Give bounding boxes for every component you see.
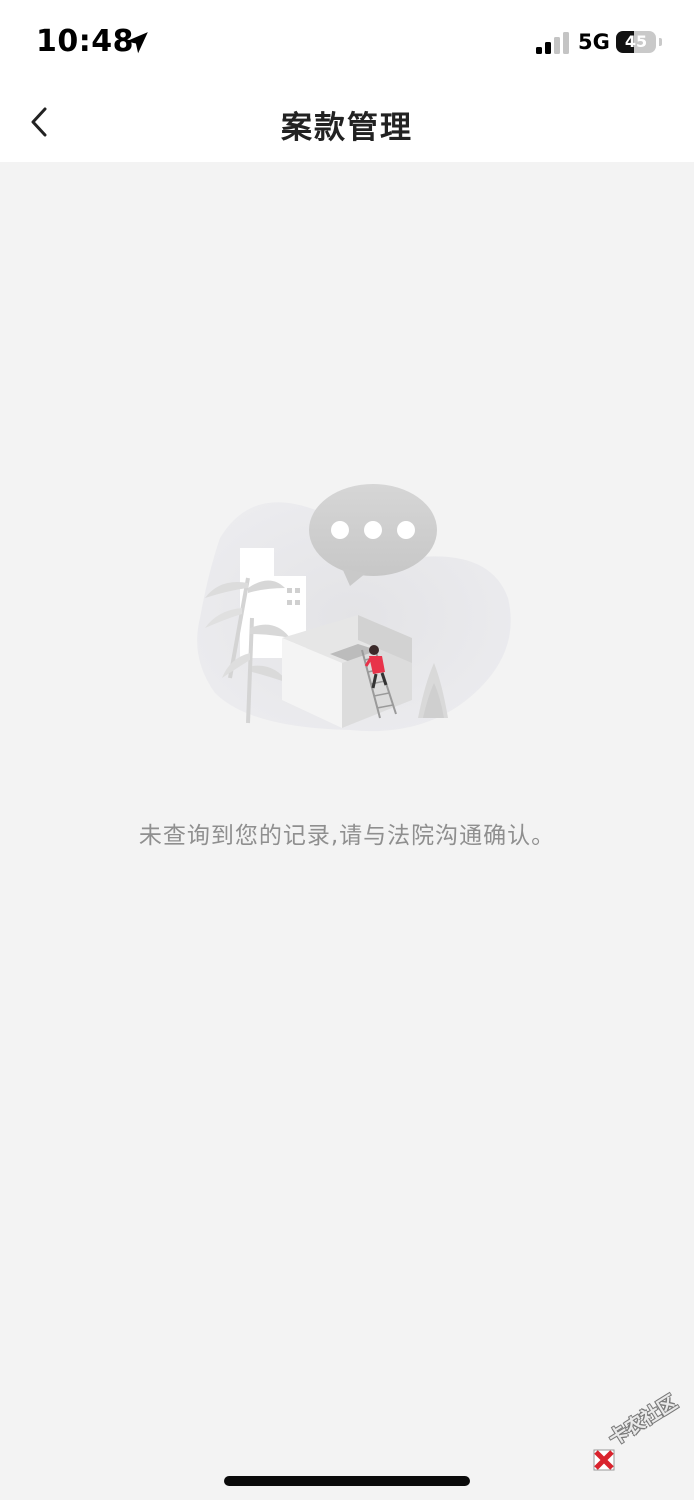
watermark-logo-icon — [593, 1449, 615, 1471]
empty-state-message: 未查询到您的记录,请与法院沟通确认。 — [138, 823, 556, 849]
battery-icon: 45 — [616, 31, 656, 53]
network-label: 5G — [578, 30, 610, 54]
watermark: 卡农社区 — [590, 1391, 694, 1471]
home-indicator[interactable] — [224, 1476, 470, 1486]
page-title: 案款管理 — [281, 110, 413, 146]
battery-tip — [659, 38, 662, 46]
battery-level: 45 — [624, 32, 648, 51]
nav-bar: 案款管理 — [0, 88, 694, 162]
location-arrow-icon — [126, 32, 148, 54]
watermark-text: 卡农社区 — [604, 1391, 682, 1451]
status-time: 10:48 — [36, 24, 134, 59]
empty-records-illustration — [197, 484, 511, 732]
status-bar: 10:48 5G 45 — [0, 0, 694, 88]
signal-icon — [536, 32, 569, 54]
